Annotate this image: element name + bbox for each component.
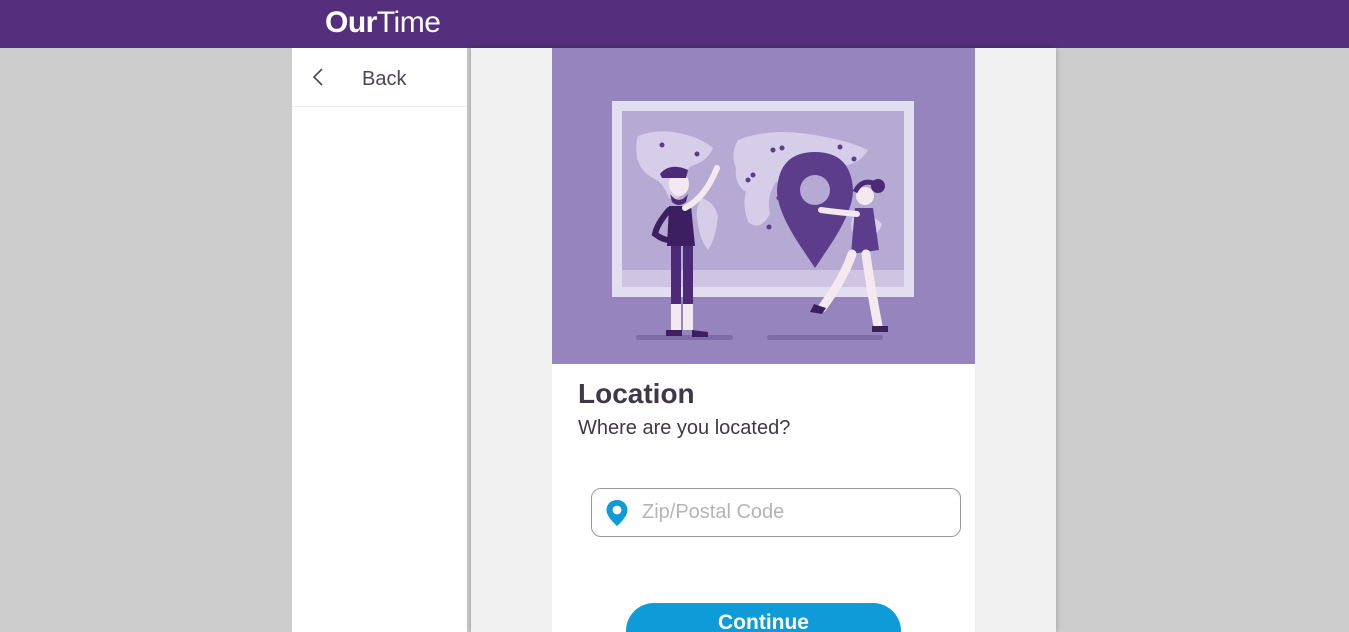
- side-panel: Back: [292, 48, 467, 632]
- chevron-left-icon: [312, 68, 323, 86]
- step-title: Location: [578, 378, 695, 409]
- hero-illustration: [552, 48, 975, 364]
- ourtime-logo[interactable]: OurTime: [325, 6, 441, 40]
- back-label: Back: [362, 68, 407, 90]
- location-step-card: Location Where are you located? Continue: [552, 48, 975, 632]
- map-travelers-illustration: [612, 101, 914, 340]
- logo-text-bold: Our: [325, 6, 377, 39]
- back-button[interactable]: Back: [292, 48, 467, 107]
- center-panel: Location Where are you located? Continue: [471, 48, 1056, 632]
- continue-button[interactable]: Continue: [626, 603, 901, 632]
- zip-code-field[interactable]: [591, 488, 961, 537]
- top-header-bar: OurTime: [0, 0, 1349, 48]
- zip-code-input[interactable]: [642, 489, 942, 536]
- map-pin-icon: [606, 500, 628, 526]
- logo-text-light: Time: [376, 6, 441, 39]
- step-subtitle: Where are you located?: [578, 417, 791, 439]
